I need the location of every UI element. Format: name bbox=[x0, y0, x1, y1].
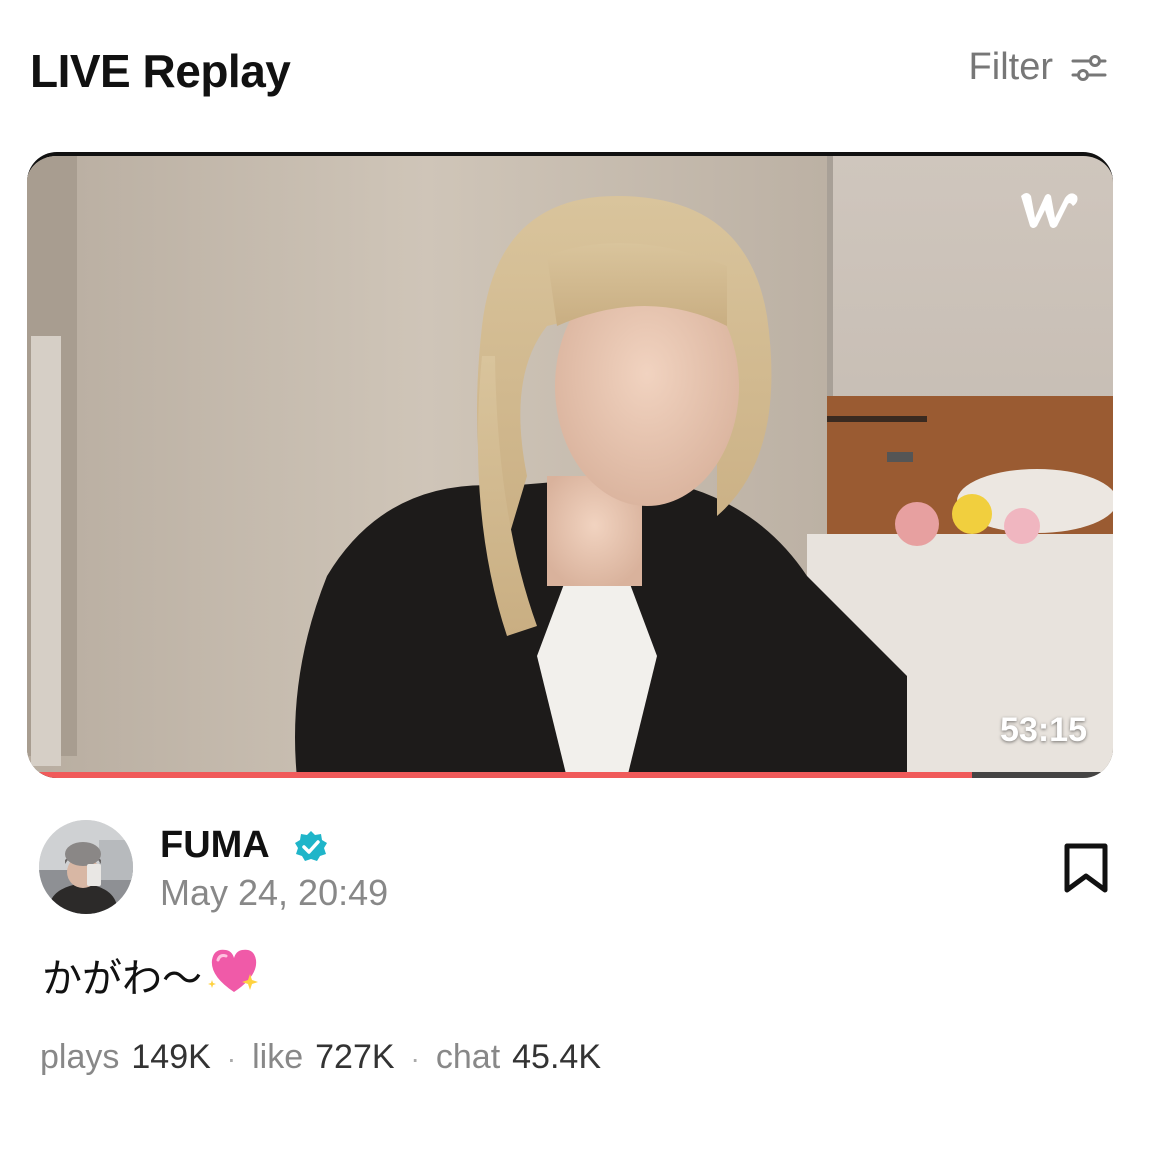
header: LIVE Replay Filter bbox=[0, 0, 1151, 140]
chat-value: 45.4K bbox=[512, 1038, 601, 1076]
separator: · bbox=[226, 1043, 237, 1074]
sliders-icon bbox=[1071, 53, 1107, 83]
w-logo-icon bbox=[1017, 186, 1081, 235]
plays-value: 149K bbox=[131, 1038, 211, 1076]
page-title: LIVE Replay bbox=[30, 45, 291, 97]
video-thumbnail[interactable]: 53:15 bbox=[27, 152, 1113, 778]
avatar[interactable] bbox=[39, 820, 133, 914]
author-name[interactable]: FUMA bbox=[160, 824, 270, 867]
filter-label: Filter bbox=[968, 46, 1053, 88]
separator: · bbox=[410, 1043, 420, 1074]
like-label: like bbox=[252, 1038, 304, 1076]
plays-label: plays bbox=[40, 1038, 120, 1076]
caption: かがわ〜 bbox=[42, 944, 262, 1006]
progress-bar bbox=[27, 772, 1113, 778]
post-date: May 24, 20:49 bbox=[160, 872, 389, 913]
verified-badge-icon bbox=[294, 830, 328, 869]
stats-row: plays 149K · like 727K · chat 45.4K bbox=[40, 1038, 601, 1077]
chat-label: chat bbox=[435, 1038, 501, 1076]
sparkling-heart-icon bbox=[206, 944, 262, 1006]
author-row: FUMA May 24, 20:49 bbox=[39, 818, 1119, 918]
progress-fill bbox=[27, 772, 972, 778]
video-frame bbox=[27, 156, 1113, 778]
like-value: 727K bbox=[315, 1038, 395, 1076]
bookmark-icon[interactable] bbox=[1063, 842, 1109, 899]
filter-button[interactable]: Filter bbox=[969, 46, 1107, 89]
video-duration: 53:15 bbox=[1000, 711, 1087, 749]
caption-text: かがわ〜 bbox=[42, 956, 202, 1002]
